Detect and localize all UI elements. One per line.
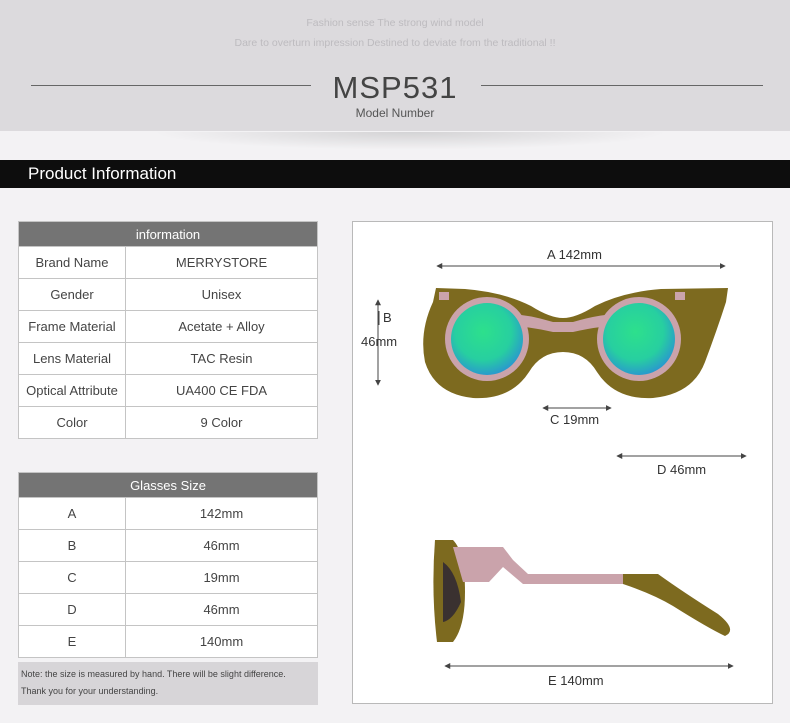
glasses-front-image (423, 288, 728, 399)
row-value: 46mm (125, 529, 318, 562)
note-line-1: Note: the size is measured by hand. Ther… (21, 669, 286, 679)
table-row: A 142mm (18, 497, 318, 530)
glasses-diagram-svg: A 142mm B 46mm C 19mm D 46mm E 140mm (361, 247, 747, 688)
header-shadow (150, 132, 670, 150)
row-label: E (18, 625, 126, 658)
row-label: Color (18, 406, 126, 439)
dim-d-label: D 46mm (657, 462, 706, 477)
row-label: D (18, 593, 126, 626)
dim-b-value: 46mm (361, 334, 397, 349)
section-title: Product Information (28, 164, 177, 183)
table-row: E 140mm (18, 625, 318, 658)
table-row: B 46mm (18, 529, 318, 562)
row-label: Brand Name (18, 246, 126, 279)
row-value: 142mm (125, 497, 318, 530)
row-value: 19mm (125, 561, 318, 594)
row-value: Unisex (125, 278, 318, 311)
row-label: Optical Attribute (18, 374, 126, 407)
row-value: UA400 CE FDA (125, 374, 318, 407)
measurement-note: Note: the size is measured by hand. Ther… (18, 662, 318, 705)
glasses-size-table: Glasses Size A 142mm B 46mm C 19mm D 46mm E1… (18, 472, 318, 658)
row-value: 140mm (125, 625, 318, 658)
product-info-table: information Brand Name MERRYSTORE Gender U… (18, 221, 318, 439)
table-row: C 19mm (18, 561, 318, 594)
note-line-2: Thank you for your understanding. (21, 686, 159, 696)
row-value: MERRYSTORE (125, 246, 318, 279)
table-row: Frame Material Acetate + Alloy (18, 310, 318, 343)
table-row: Gender Unisex (18, 278, 318, 311)
dim-c-label: C 19mm (550, 412, 599, 427)
row-label: B (18, 529, 126, 562)
row-label: Gender (18, 278, 126, 311)
table-row: Color 9 Color (18, 406, 318, 439)
table-row: Optical Attribute UA400 CE FDA (18, 374, 318, 407)
model-number: MSP531 (332, 70, 458, 105)
row-value: TAC Resin (125, 342, 318, 375)
model-number-caption: Model Number (355, 106, 435, 120)
row-label: C (18, 561, 126, 594)
table-row: D 46mm (18, 593, 318, 626)
table-row: Lens Material TAC Resin (18, 342, 318, 375)
row-value: Acetate + Alloy (125, 310, 318, 343)
info-table-header: information (18, 221, 318, 247)
row-label: Frame Material (18, 310, 126, 343)
dim-e-label: E 140mm (548, 673, 604, 688)
row-label: Lens Material (18, 342, 126, 375)
table-row: Brand Name MERRYSTORE (18, 246, 318, 279)
row-value: 9 Color (125, 406, 318, 439)
row-label: A (18, 497, 126, 530)
glasses-side-image (433, 540, 731, 642)
slogan-line-1: Fashion sense The strong wind model (306, 17, 484, 29)
size-table-header: Glasses Size (18, 472, 318, 498)
dim-b-letter: B (383, 310, 392, 325)
dim-a-label: A 142mm (547, 247, 602, 262)
slogan-line-2: Dare to overturn impression Destined to … (234, 37, 556, 49)
size-diagram: A 142mm B 46mm C 19mm D 46mm E 140mm (352, 221, 773, 704)
row-value: 46mm (125, 593, 318, 626)
